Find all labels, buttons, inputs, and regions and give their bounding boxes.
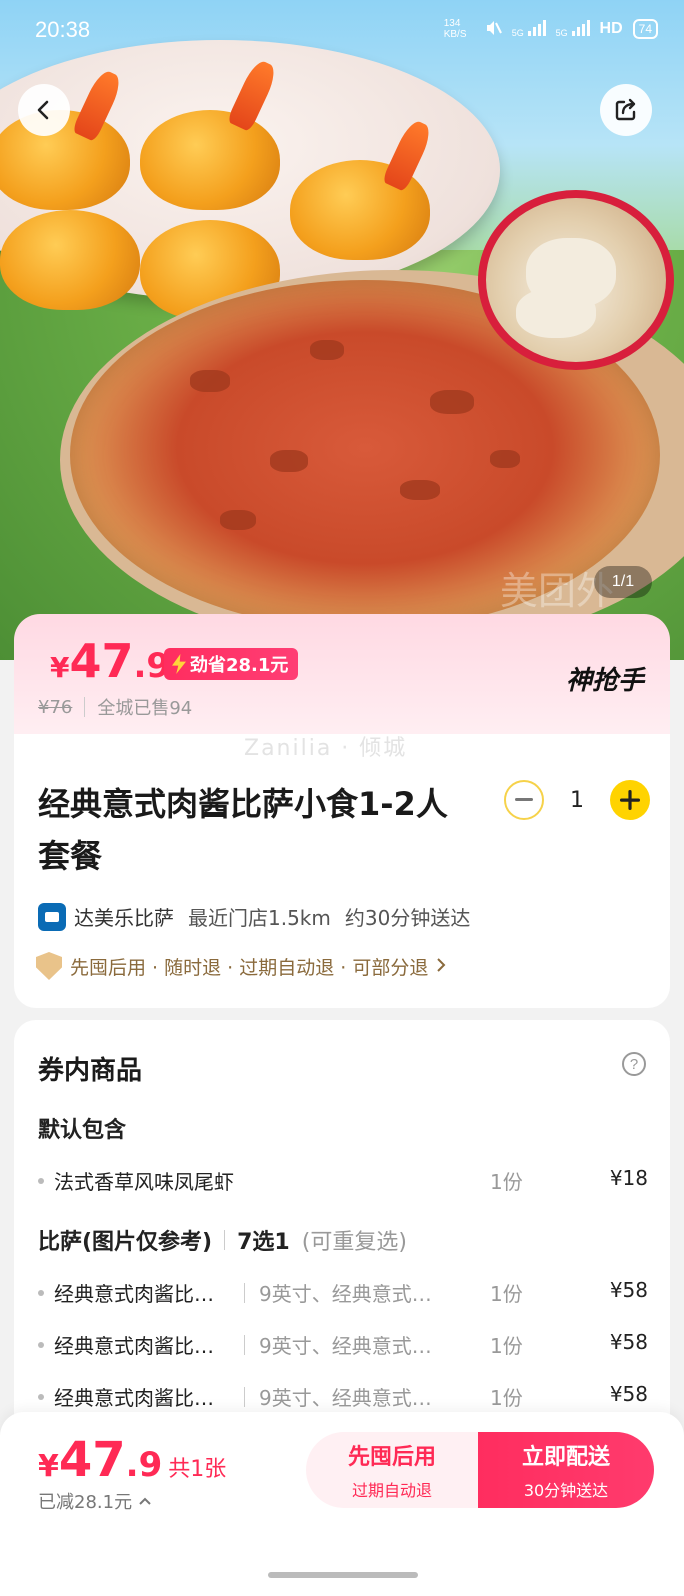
shrimp-image <box>140 110 280 210</box>
list-item: 法式香草风味凤尾虾 1份 ¥18 <box>38 1166 648 1196</box>
item-desc: 9英寸、经典意式… <box>244 1278 432 1307</box>
default-section-label: 默认包含 <box>38 1118 127 1143</box>
divider <box>224 1230 226 1250</box>
list-item[interactable]: 经典意式肉酱比… 9英寸、经典意式… 1份 ¥58 <box>38 1330 648 1360</box>
bullet <box>38 1290 44 1296</box>
item-price: ¥58 <box>609 1382 648 1406</box>
item-price: ¥18 <box>609 1166 648 1190</box>
watermark-text: Zanilia · 倾城 <box>244 736 408 761</box>
share-icon <box>615 98 636 121</box>
item-qty: 1份 <box>490 1170 523 1194</box>
signal-icon: 5G <box>512 19 546 39</box>
buy-later-button[interactable]: 先囤后用 过期自动退 <box>306 1432 478 1508</box>
coupon-contents-card: 券内商品 ? 默认包含 法式香草风味凤尾虾 1份 ¥18 比萨(图片仅参考) 7… <box>14 1020 670 1450</box>
share-button[interactable] <box>600 84 652 136</box>
status-time: 20:38 <box>35 17 91 42</box>
decrease-quantity-button[interactable] <box>504 780 544 820</box>
discount-detail-toggle[interactable]: 已减28.1元 <box>38 1488 152 1514</box>
topping <box>400 480 440 500</box>
battery-icon: 74 <box>632 19 658 39</box>
item-qty: 1份 <box>490 1386 523 1410</box>
minus-icon <box>515 798 533 801</box>
refund-policy-text: 先囤后用 · 随时退 · 过期自动退 · 可部分退 <box>70 956 429 979</box>
topping <box>430 390 474 414</box>
shop-info-row[interactable]: 达美乐比萨 最近门店1.5km 约30分钟送达 <box>38 902 470 931</box>
item-name: 经典意式肉酱比… <box>54 1282 214 1306</box>
checkout-bar: ¥ 47 .9 共1张 已减28.1元 先囤后用 过期自动退 立即配送 30分钟… <box>0 1412 684 1596</box>
shop-name: 达美乐比萨 <box>74 906 174 930</box>
status-bar: 20:38 134 KB/S 5G 5G HD 74 <box>0 0 684 60</box>
original-price: ¥76 <box>38 696 73 718</box>
shop-logo <box>38 902 66 931</box>
chevron-up-icon <box>139 1497 151 1505</box>
quantity-stepper: 1 <box>504 780 650 820</box>
product-info-card: Zanilia · 倾城 经典意式肉酱比萨小食1-2人套餐 1 达美乐比萨 最近… <box>14 734 670 1008</box>
topping <box>490 450 520 468</box>
quantity-value: 1 <box>570 787 584 813</box>
garlic-bread-inset-image <box>478 190 674 370</box>
product-image-carousel[interactable]: 美团外 <box>0 0 684 660</box>
deal-price: ¥ 47 .9 <box>50 634 171 688</box>
chevron-left-icon <box>37 100 49 120</box>
plus-icon <box>620 790 640 810</box>
promo-brand-tag: 神抢手 <box>565 666 644 696</box>
ticket-count: 共1张 <box>168 1457 227 1482</box>
bullet <box>38 1178 44 1184</box>
item-desc: 9英寸、经典意式… <box>244 1382 432 1411</box>
hd-icon: HD <box>599 20 623 37</box>
home-indicator[interactable] <box>268 1572 418 1578</box>
list-item[interactable]: 经典意式肉酱比… 9英寸、经典意式… 1份 ¥58 <box>38 1382 648 1412</box>
net-speed: 134 KB/S <box>443 18 467 40</box>
bread-slice <box>516 288 596 338</box>
total-price: ¥ 47 .9 共1张 <box>38 1432 227 1488</box>
item-qty: 1份 <box>490 1334 523 1358</box>
item-desc: 9英寸、经典意式… <box>244 1330 432 1359</box>
sold-count: 全城已售94 <box>97 698 193 719</box>
item-name: 经典意式肉酱比… <box>54 1334 214 1358</box>
deliver-now-button[interactable]: 立即配送 30分钟送达 <box>478 1432 654 1508</box>
list-item[interactable]: 经典意式肉酱比… 9英寸、经典意式… 1份 ¥58 <box>38 1278 648 1308</box>
topping <box>310 340 344 360</box>
status-icons: 134 KB/S 5G 5G HD 74 <box>444 18 658 40</box>
store-distance: 最近门店1.5km <box>188 906 331 930</box>
price-banner: ¥ 47 .9 劲省28.1元 ¥76 全城已售94 神抢手 <box>14 614 670 734</box>
shield-icon <box>36 952 62 980</box>
item-price: ¥58 <box>609 1278 648 1302</box>
topping <box>270 450 308 472</box>
back-button[interactable] <box>18 84 70 136</box>
bullet <box>38 1342 44 1348</box>
delivery-time: 约30分钟送达 <box>344 906 471 930</box>
topping <box>190 370 230 392</box>
refund-policy-row[interactable]: 先囤后用 · 随时退 · 过期自动退 · 可部分退 <box>36 952 446 980</box>
divider <box>84 697 86 717</box>
shrimp-tail-image <box>226 57 280 133</box>
section-title: 券内商品 <box>38 1056 143 1086</box>
image-pager: 1/1 <box>594 566 652 598</box>
original-price-row: ¥76 全城已售94 <box>38 694 192 720</box>
signal-icon: 5G <box>556 19 590 39</box>
item-price: ¥58 <box>609 1330 648 1354</box>
item-name: 经典意式肉酱比… <box>54 1386 214 1410</box>
mute-icon <box>484 19 502 40</box>
item-qty: 1份 <box>490 1282 523 1306</box>
bullet <box>38 1394 44 1400</box>
pizza-section-label: 比萨(图片仅参考) 7选1 (可重复选) <box>38 1230 407 1255</box>
lightning-icon <box>172 654 186 674</box>
help-icon[interactable]: ? <box>622 1052 646 1076</box>
chevron-right-icon <box>436 954 446 978</box>
increase-quantity-button[interactable] <box>610 780 650 820</box>
shrimp-tail-image <box>381 117 435 193</box>
shrimp-image <box>0 210 140 310</box>
topping <box>220 510 256 530</box>
product-title: 经典意式肉酱比萨小食1-2人套餐 <box>38 785 448 875</box>
item-name: 法式香草风味凤尾虾 <box>54 1170 234 1194</box>
savings-badge: 劲省28.1元 <box>164 648 299 680</box>
